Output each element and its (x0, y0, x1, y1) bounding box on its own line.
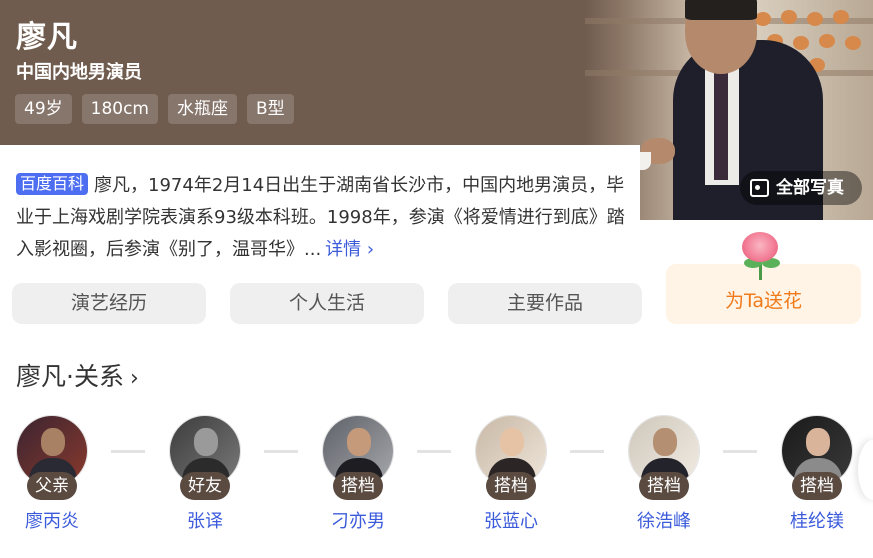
relation-name[interactable]: 徐浩峰 (614, 507, 714, 533)
relation-item[interactable]: 搭档 徐浩峰 (614, 415, 714, 533)
photo-jar (793, 36, 809, 50)
photo-tie (714, 70, 728, 180)
intro-text: 廖凡，1974年2月14日出生于湖南省长沙市，中国内地男演员，毕业于上海戏剧学院… (16, 175, 625, 260)
photo-hair (685, 0, 757, 20)
relation-item[interactable]: 搭档 桂纶镁 (767, 415, 867, 533)
all-photos-label: 全部写真 (776, 178, 844, 198)
photo-jar (819, 34, 835, 48)
relation-role-badge: 搭档 (333, 472, 383, 500)
person-occupation: 中国内地男演员 (16, 62, 142, 83)
relations-title: 廖凡·关系 (16, 362, 124, 391)
photo-jar (845, 36, 861, 50)
chevron-right-icon: › (366, 239, 375, 260)
relation-role-badge: 搭档 (639, 472, 689, 500)
picture-icon (750, 179, 769, 197)
relation-name[interactable]: 廖丙炎 (2, 507, 102, 533)
tag-height: 180cm (81, 94, 158, 124)
relation-role-badge: 搭档 (486, 472, 536, 500)
detail-link[interactable]: 详情 › (325, 239, 374, 260)
tag-zodiac: 水瓶座 (168, 94, 237, 124)
person-name: 廖凡 (16, 20, 78, 55)
relation-role-badge: 父亲 (27, 472, 77, 500)
relation-item[interactable]: 搭档 刁亦男 (308, 415, 408, 533)
relation-name[interactable]: 桂纶镁 (767, 507, 867, 533)
tag-blood-type: B型 (247, 94, 294, 124)
photo-jar (807, 12, 823, 26)
profile-tabs: 演艺经历 个人生活 主要作品 (12, 283, 642, 324)
relation-connector (417, 450, 451, 453)
tab-main-works[interactable]: 主要作品 (448, 283, 642, 324)
baike-badge[interactable]: 百度百科 (16, 173, 89, 195)
photo-jar (755, 12, 771, 26)
relation-connector (570, 450, 604, 453)
relation-connector (723, 450, 757, 453)
tab-personal-life[interactable]: 个人生活 (230, 283, 424, 324)
rose-icon (738, 232, 782, 280)
relation-name[interactable]: 张译 (155, 507, 255, 533)
detail-link-label: 详情 (325, 239, 362, 260)
relations-heading[interactable]: 廖凡·关系 › (16, 357, 139, 393)
relation-name[interactable]: 张蓝心 (461, 507, 561, 533)
relation-name[interactable]: 刁亦男 (308, 507, 408, 533)
tag-age: 49岁 (15, 94, 72, 124)
photo-jar (781, 10, 797, 24)
intro-summary: 百度百科 廖凡，1974年2月14日出生于湖南省长沙市，中国内地男演员，毕业于上海… (16, 170, 628, 266)
profile-tags: 49岁 180cm 水瓶座 B型 (15, 94, 294, 124)
relation-role-badge: 好友 (180, 472, 230, 500)
all-photos-button[interactable]: 全部写真 (740, 171, 862, 205)
chevron-right-icon: › (129, 366, 139, 391)
relation-item[interactable]: 搭档 张蓝心 (461, 415, 561, 533)
rose-bloom (742, 232, 778, 262)
relation-item[interactable]: 好友 张译 (155, 415, 255, 533)
relation-connector (111, 450, 145, 453)
tab-career[interactable]: 演艺经历 (12, 283, 206, 324)
relation-item[interactable]: 父亲 廖丙炎 (2, 415, 102, 533)
relation-role-badge: 搭档 (792, 472, 842, 500)
relation-connector (264, 450, 298, 453)
photo-jar (833, 10, 849, 24)
send-flower-label: 为Ta送花 (724, 290, 803, 312)
